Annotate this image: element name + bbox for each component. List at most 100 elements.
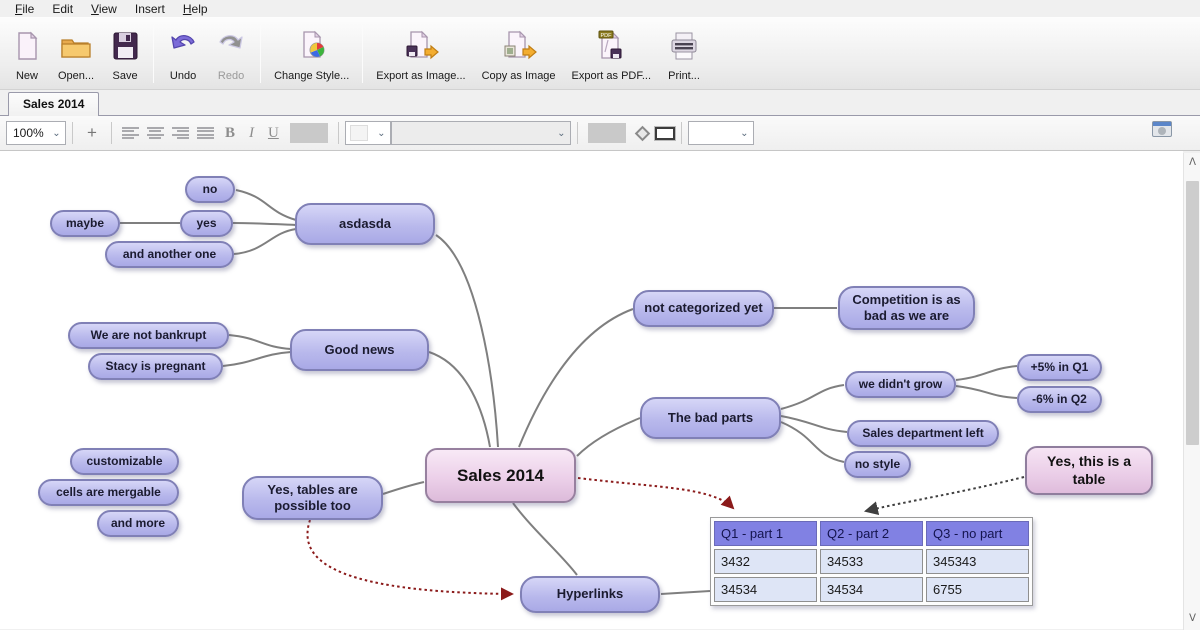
tab-sales-2014[interactable]: Sales 2014 (8, 92, 99, 116)
mindmap-node-sales-department-left[interactable]: Sales department left (847, 420, 999, 447)
mindmap-node-good-news[interactable]: Good news (290, 329, 429, 371)
shape-diamond-icon[interactable] (635, 125, 651, 141)
menu-edit[interactable]: Edit (43, 2, 82, 16)
svg-text:PDF: PDF (601, 33, 613, 39)
align-left-button[interactable] (122, 127, 139, 140)
save-button[interactable]: Save (102, 21, 148, 87)
mindmap-node-and-more[interactable]: and more (97, 510, 179, 537)
line-style-select[interactable]: ⌄ (688, 121, 754, 145)
mindmap-node-plus-5-q1[interactable]: +5% in Q1 (1017, 354, 1102, 381)
copy-image-button[interactable]: Copy as Image (474, 21, 564, 87)
mindmap-node-asdasda[interactable]: asdasda (295, 203, 435, 245)
export-image-icon (403, 30, 439, 67)
mindmap-node-maybe[interactable]: maybe (50, 210, 120, 237)
redo-button[interactable]: Redo (207, 21, 255, 87)
format-separator (111, 122, 112, 144)
table-cell[interactable]: 34534 (820, 577, 923, 602)
export-image-button-label: Export as Image... (376, 70, 465, 82)
menu-view[interactable]: View (82, 2, 126, 16)
new-button-label: New (16, 70, 38, 82)
zoom-value: 100% (13, 126, 44, 140)
scroll-up-icon[interactable]: ᐱ (1184, 155, 1200, 172)
menu-insert[interactable]: Insert (126, 2, 174, 16)
mindmap-node-cells-are-mergable[interactable]: cells are mergable (38, 479, 179, 506)
fill-color-swatch[interactable] (588, 123, 626, 143)
format-separator (338, 122, 339, 144)
table-row: 34534 34534 6755 (714, 577, 1029, 602)
document-tab-bar: Sales 2014 (0, 90, 1200, 116)
print-icon (667, 30, 701, 67)
mindmap-canvas[interactable]: no maybe yes and another one asdasda We … (0, 151, 1183, 629)
toolbar-separator (362, 25, 363, 83)
table-cell[interactable]: 6755 (926, 577, 1029, 602)
table-header-q1[interactable]: Q1 - part 1 (714, 521, 817, 546)
format-separator (577, 122, 578, 144)
save-floppy-icon (110, 30, 140, 67)
mindmap-node-stacy-is-pregnant[interactable]: Stacy is pregnant (88, 353, 223, 380)
export-image-button[interactable]: Export as Image... (368, 21, 473, 87)
mindmap-node-hyperlinks[interactable]: Hyperlinks (520, 576, 660, 613)
vertical-scrollbar[interactable]: ᐱ ᐯ (1183, 153, 1200, 630)
open-button-label: Open... (58, 70, 94, 82)
chevron-down-icon: ⌄ (736, 128, 753, 139)
mindmap-node-no-style[interactable]: no style (844, 451, 911, 478)
table-header-q3[interactable]: Q3 - no part (926, 521, 1029, 546)
export-pdf-icon: PDF (594, 30, 628, 67)
mindmap-node-yes-this-is-a-table[interactable]: Yes, this is a table (1025, 446, 1153, 495)
undo-button[interactable]: Undo (159, 21, 207, 87)
table-cell[interactable]: 34534 (714, 577, 817, 602)
mindmap-node-competition[interactable]: Competition is as bad as we are (838, 286, 975, 330)
mindmap-node-minus-6-q2[interactable]: -6% in Q2 (1017, 386, 1102, 413)
align-center-button[interactable] (147, 127, 164, 140)
mindmap-node-customizable[interactable]: customizable (70, 448, 179, 475)
mindmap-node-and-another-one[interactable]: and another one (105, 241, 234, 268)
menu-help[interactable]: Help (174, 2, 217, 16)
window-preview-icon[interactable] (1152, 121, 1172, 137)
print-button-label: Print... (668, 70, 700, 82)
mindmap-node-no[interactable]: no (185, 176, 235, 203)
undo-button-label: Undo (170, 70, 196, 82)
scrollbar-thumb[interactable] (1186, 181, 1199, 445)
chevron-down-icon: ⌄ (553, 128, 570, 139)
mindmap-node-tables-possible[interactable]: Yes, tables are possible too (242, 476, 383, 520)
mindmap-node-we-didnt-grow[interactable]: we didn't grow (845, 371, 956, 398)
mindmap-node-not-categorized-yet[interactable]: not categorized yet (633, 290, 774, 327)
print-button[interactable]: Print... (659, 21, 709, 87)
change-style-icon (296, 30, 328, 67)
format-separator (681, 122, 682, 144)
table-cell[interactable]: 345343 (926, 549, 1029, 574)
scroll-down-icon[interactable]: ᐯ (1184, 611, 1200, 628)
table-cell[interactable]: 3432 (714, 549, 817, 574)
change-style-button[interactable]: Change Style... (266, 21, 357, 87)
align-justify-button[interactable] (197, 127, 214, 140)
toolbar-separator (153, 25, 154, 83)
new-button[interactable]: New (4, 21, 50, 87)
open-button[interactable]: Open... (50, 21, 102, 87)
table-cell[interactable]: 34533 (820, 549, 923, 574)
copy-image-icon (501, 30, 537, 67)
font-color-swatch[interactable] (290, 123, 328, 143)
save-button-label: Save (113, 70, 138, 82)
shape-rectangle-icon[interactable] (655, 127, 675, 140)
chevron-down-icon: ⌄ (373, 128, 390, 139)
font-family-select[interactable]: ⌄ (391, 121, 571, 145)
mindmap-node-the-bad-parts[interactable]: The bad parts (640, 397, 781, 439)
zoom-select[interactable]: 100% ⌄ (6, 121, 66, 145)
mindmap-node-we-are-not-bankrupt[interactable]: We are not bankrupt (68, 322, 229, 349)
italic-button[interactable]: I (242, 125, 261, 142)
format-toolbar: 100% ⌄ + B I U ⌄ ⌄ ⌄ (0, 116, 1200, 151)
menu-file[interactable]: File (6, 2, 43, 16)
font-size-select[interactable]: ⌄ (345, 121, 391, 145)
mindmap-root-node[interactable]: Sales 2014 (425, 448, 576, 503)
redo-icon (215, 30, 247, 67)
menu-bar: File Edit View Insert Help (0, 0, 1200, 17)
add-node-button[interactable]: + (79, 123, 105, 143)
bold-button[interactable]: B (218, 125, 242, 142)
align-right-button[interactable] (172, 127, 189, 140)
toolbar-separator (260, 25, 261, 83)
table-header-q2[interactable]: Q2 - part 2 (820, 521, 923, 546)
mindmap-node-yes[interactable]: yes (180, 210, 233, 237)
export-pdf-button-label: Export as PDF... (572, 70, 651, 82)
underline-button[interactable]: U (261, 125, 286, 142)
export-pdf-button[interactable]: PDF Export as PDF... (564, 21, 659, 87)
